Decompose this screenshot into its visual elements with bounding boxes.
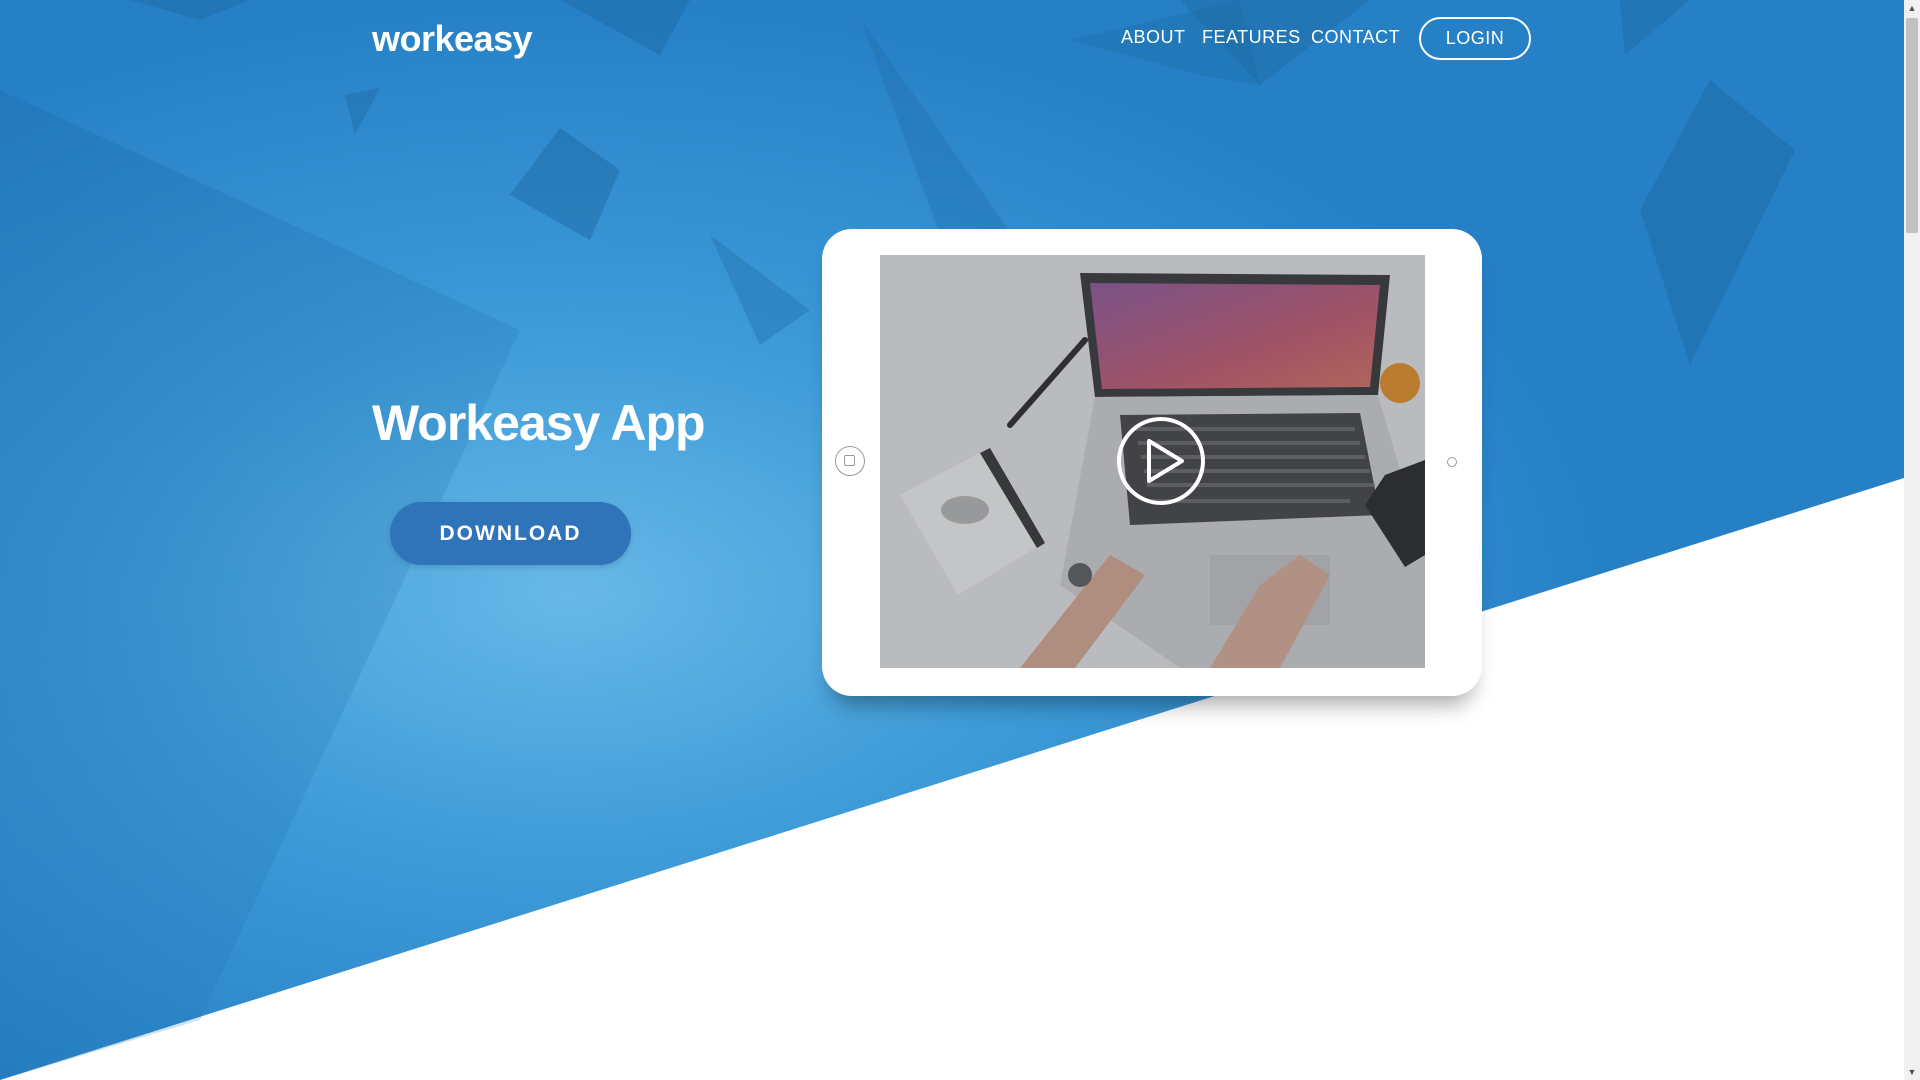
nav-link-contact[interactable]: CONTACT	[1311, 27, 1400, 48]
top-navbar: workeasy ABOUT FEATURES CONTACT LOGIN	[0, 0, 1904, 80]
nav-link-about[interactable]: ABOUT	[1121, 27, 1186, 48]
landing-page: workeasy ABOUT FEATURES CONTACT LOGIN Wo…	[0, 0, 1904, 1080]
scroll-up-arrow-icon[interactable]: ▲	[1904, 0, 1920, 16]
scrollbar-thumb[interactable]	[1906, 18, 1918, 233]
scroll-down-arrow-icon[interactable]: ▼	[1904, 1064, 1920, 1080]
video-thumbnail[interactable]	[880, 255, 1425, 668]
hero-title: Workeasy App	[372, 395, 706, 451]
brand-logo[interactable]: workeasy	[372, 18, 533, 60]
nav-link-features[interactable]: FEATURES	[1202, 27, 1301, 48]
tablet-camera-icon	[1447, 457, 1457, 467]
tablet-mockup	[822, 229, 1482, 696]
download-button[interactable]: DOWNLOAD	[390, 502, 631, 565]
play-circle-icon[interactable]	[1116, 416, 1206, 506]
tablet-home-button-icon	[835, 446, 865, 476]
tablet-home-square-icon	[844, 455, 855, 466]
login-button[interactable]: LOGIN	[1419, 17, 1531, 60]
